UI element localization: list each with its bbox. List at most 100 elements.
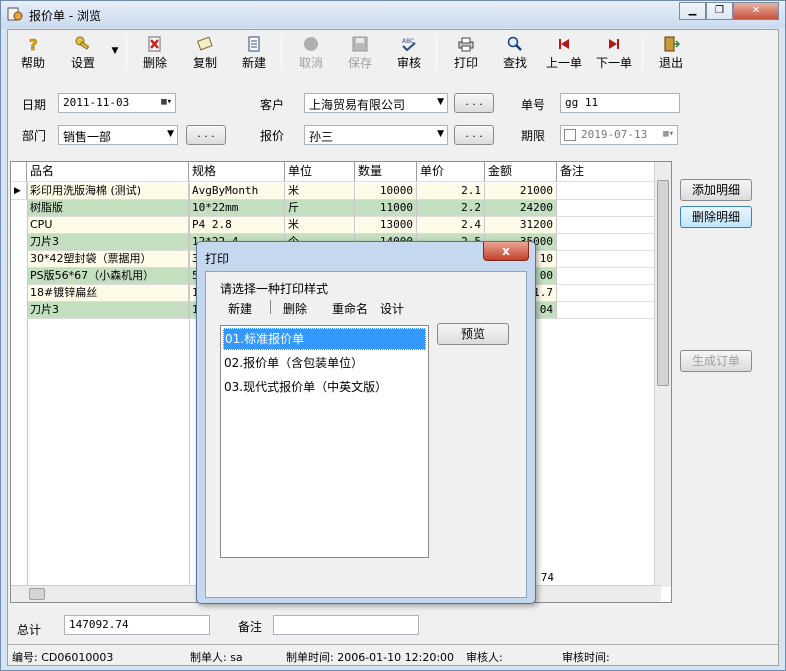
grid-cell[interactable]: 树脂版 xyxy=(27,200,189,217)
delete-button[interactable]: 删除 xyxy=(138,36,172,72)
grid-cell[interactable]: 13000 xyxy=(355,217,417,234)
print-style-item[interactable]: 01.标准报价单 xyxy=(223,328,426,350)
grid-cell[interactable] xyxy=(557,302,661,319)
col-header[interactable]: 单位 xyxy=(285,162,355,182)
print-style-list[interactable]: 01.标准报价单 02.报价单（含包装单位） 03.现代式报价单（中英文版） xyxy=(220,325,429,558)
search-button[interactable]: 查找 xyxy=(498,36,532,72)
maximize-button[interactable]: ❐ xyxy=(706,2,733,20)
grid-cell[interactable]: 18#镀锌扁丝 xyxy=(27,285,189,302)
grid-cell[interactable]: 10000 xyxy=(355,183,417,200)
quoter-value: 孙三 xyxy=(309,130,334,144)
col-header[interactable]: 金额 xyxy=(485,162,557,182)
grid-cell[interactable]: 米 xyxy=(285,217,355,234)
save-label: 保存 xyxy=(347,56,372,70)
customer-select[interactable]: 上海贸易有限公司 ▼ xyxy=(304,93,448,113)
grid-cell[interactable]: 2.4 xyxy=(417,217,485,234)
customer-label: 客户 xyxy=(260,98,285,112)
search-label: 查找 xyxy=(502,56,527,70)
grid-cell[interactable] xyxy=(557,251,661,268)
date-picker[interactable]: 2011-11-03 ▦▾ xyxy=(58,93,176,113)
vertical-scrollbar[interactable] xyxy=(654,162,671,587)
style-design-link[interactable]: 设计 xyxy=(380,300,404,317)
grid-cell[interactable] xyxy=(557,217,661,234)
dept-value: 销售一部 xyxy=(63,130,112,144)
vertical-scroll-thumb[interactable] xyxy=(657,180,669,386)
status-time: 制单时间: 2006-01-10 12:20:00 xyxy=(286,651,455,664)
remove-detail-button[interactable]: 删除明细 xyxy=(680,206,752,228)
dept-select[interactable]: 销售一部 ▼ xyxy=(58,125,178,145)
quoter-label: 报价 xyxy=(260,129,285,143)
grid-cell[interactable]: 刀片3 xyxy=(27,302,189,319)
grid-cell[interactable] xyxy=(557,285,661,302)
grid-cell[interactable]: P4 2.8 xyxy=(189,217,285,234)
print-style-item[interactable]: 03.现代式报价单（中英文版） xyxy=(223,377,426,399)
exit-button[interactable]: 退出 xyxy=(654,36,688,72)
deadline-picker[interactable]: 2019-07-13 ▦▾ xyxy=(560,125,678,145)
grid-cell[interactable]: 斤 xyxy=(285,200,355,217)
grid-cell[interactable] xyxy=(557,234,661,251)
grid-cell[interactable] xyxy=(557,268,661,285)
remark-label: 备注 xyxy=(238,620,263,634)
grid-cell[interactable]: AvgByMonth xyxy=(189,183,285,200)
minimize-button[interactable]: ▁ xyxy=(679,2,706,20)
dept-lookup-button[interactable]: . . . xyxy=(186,125,226,145)
calendar-dropdown-icon[interactable]: ▦▾ xyxy=(161,97,172,107)
grid-cell[interactable]: 21000 xyxy=(485,183,557,200)
quoter-select[interactable]: 孙三 ▼ xyxy=(304,125,448,145)
dialog-body: 请选择一种打印样式 新建 删除 重命名 设计 01.标准报价单 02.报价单（含… xyxy=(205,271,527,598)
grid-cell[interactable]: PS版56*67（小森机用） xyxy=(27,268,189,285)
dialog-title: 打印 xyxy=(205,252,230,266)
grid-cell[interactable] xyxy=(557,183,661,200)
grid-cell[interactable]: 彩印用洗版海棉 (测试) xyxy=(27,183,189,200)
add-detail-button[interactable]: 添加明细 xyxy=(680,179,752,201)
grid-cell[interactable]: 2.1 xyxy=(417,183,485,200)
calendar-dropdown-icon[interactable]: ▦▾ xyxy=(663,129,674,139)
grid-cell[interactable]: 30*42塑封袋（票据用） xyxy=(27,251,189,268)
save-button[interactable]: 保存 xyxy=(343,36,377,72)
svg-text:?: ? xyxy=(29,36,38,52)
col-header[interactable]: 数量 xyxy=(355,162,417,182)
audit-button[interactable]: ABC 审核 xyxy=(392,36,426,72)
col-header[interactable]: 品名 xyxy=(27,162,189,182)
copy-button[interactable]: 复制 xyxy=(188,36,222,72)
style-rename-link[interactable]: 重命名 xyxy=(332,300,368,317)
toolbar: ? 帮助 设置 ▼ 删除 复制 新建 取消 保存 ABC 审核 打印 查找 上一… xyxy=(8,30,778,76)
next-button[interactable]: 下一单 xyxy=(594,36,634,72)
new-document-icon xyxy=(248,36,260,52)
print-button[interactable]: 打印 xyxy=(449,36,483,72)
grid-cell[interactable]: 31200 xyxy=(485,217,557,234)
prev-button[interactable]: 上一单 xyxy=(544,36,584,72)
order-no-field[interactable]: gg 11 xyxy=(560,93,680,113)
grid-cell[interactable]: CPU xyxy=(27,217,189,234)
cancel-button[interactable]: 取消 xyxy=(294,36,328,72)
grid-cell[interactable] xyxy=(557,200,661,217)
help-icon: ? xyxy=(29,36,38,52)
help-button[interactable]: ? 帮助 xyxy=(16,36,50,72)
style-delete-link[interactable]: 删除 xyxy=(283,300,307,317)
grid-cell[interactable]: 11000 xyxy=(355,200,417,217)
generate-order-button[interactable]: 生成订单 xyxy=(680,350,752,372)
grid-cell[interactable]: 2.2 xyxy=(417,200,485,217)
style-new-link[interactable]: 新建 xyxy=(228,300,252,317)
new-button[interactable]: 新建 xyxy=(237,36,271,72)
customer-lookup-button[interactable]: . . . xyxy=(454,93,494,113)
status-code: 编号: CD06010003 xyxy=(12,651,114,664)
grid-cell[interactable]: 10*22mm xyxy=(189,200,285,217)
deadline-checkbox[interactable] xyxy=(564,129,576,141)
exit-label: 退出 xyxy=(658,56,683,70)
col-header[interactable]: 规格 xyxy=(189,162,285,182)
settings-button[interactable]: 设置 xyxy=(66,36,100,72)
preview-button[interactable]: 预览 xyxy=(437,323,509,345)
print-style-item[interactable]: 02.报价单（含包装单位） xyxy=(223,353,426,375)
remark-field[interactable] xyxy=(273,615,419,635)
close-button[interactable]: ✕ xyxy=(733,2,779,20)
horizontal-scroll-thumb[interactable] xyxy=(29,588,45,600)
col-header[interactable]: 单价 xyxy=(417,162,485,182)
settings-dropdown-arrow[interactable]: ▼ xyxy=(109,46,121,82)
dialog-close-button[interactable]: x xyxy=(483,242,529,261)
col-header[interactable]: 备注 xyxy=(557,162,661,182)
quoter-lookup-button[interactable]: . . . xyxy=(454,125,494,145)
grid-cell[interactable]: 刀片3 xyxy=(27,234,189,251)
grid-cell[interactable]: 24200 xyxy=(485,200,557,217)
grid-cell[interactable]: 米 xyxy=(285,183,355,200)
